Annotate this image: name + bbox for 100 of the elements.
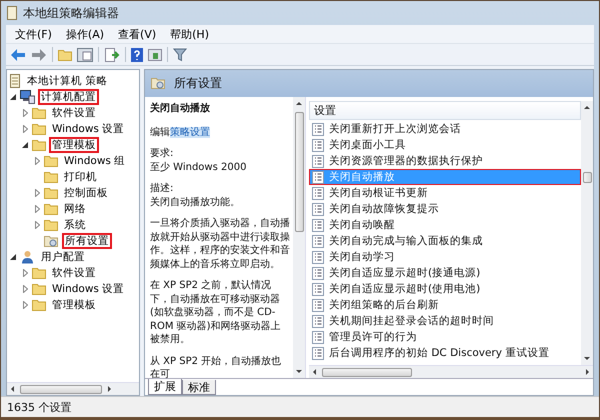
folder-icon: [32, 107, 46, 119]
vertical-scrollbar[interactable]: [293, 97, 305, 378]
setting-row[interactable]: 关闭重新打开上次浏览会话: [309, 121, 581, 137]
pane-title: 所有设置: [174, 75, 222, 92]
scroll-right-arrow-icon[interactable]: [105, 385, 113, 393]
tree-item[interactable]: Windows 设置: [49, 281, 128, 297]
scroll-right-arrow-icon[interactable]: [583, 368, 591, 376]
policy-document-icon: [312, 314, 324, 328]
setting-row[interactable]: 后台调用程序的初始 DC Discovery 重试设置: [309, 345, 581, 361]
folder-icon: [44, 203, 58, 215]
filter-icon[interactable]: [173, 48, 187, 62]
scroll-up-arrow-icon[interactable]: [583, 104, 591, 112]
menu-item[interactable]: 文件(F): [8, 26, 59, 42]
folder-icon: [44, 171, 58, 183]
tree-item[interactable]: 网络: [61, 201, 89, 217]
export-list-icon[interactable]: [104, 48, 120, 62]
vertical-scrollbar[interactable]: [581, 101, 593, 365]
edit-text: 编辑策略设置: [150, 126, 211, 139]
expanded-arrow-icon[interactable]: [22, 142, 28, 148]
setting-row[interactable]: 关闭自动故障恢复提示: [309, 201, 581, 217]
scroll-left-arrow-icon[interactable]: [311, 368, 319, 376]
tree-item[interactable]: 软件设置: [49, 105, 99, 121]
folder-icon: [32, 123, 46, 135]
scroll-left-arrow-icon[interactable]: [9, 385, 17, 393]
setting-row[interactable]: 关闭资源管理器的数据执行保护: [309, 153, 581, 169]
column-header[interactable]: 设置: [309, 101, 581, 120]
collapsed-arrow-icon[interactable]: [34, 157, 40, 165]
collapsed-arrow-icon[interactable]: [22, 301, 28, 309]
collapsed-arrow-icon[interactable]: [34, 189, 40, 197]
tree-item[interactable]: 计算机配置: [38, 89, 99, 105]
collapsed-arrow-icon[interactable]: [22, 125, 28, 133]
description-paragraph: 在 XP SP2 之前，默认情况下，自动播放在可移动驱动器(如软盘驱动器，而不是 CD-ROM 驱动器)和网络驱动器上被禁用。: [150, 279, 282, 346]
settings-folder-icon: [44, 234, 59, 248]
description-paragraph: 描述: 关闭自动播放功能。: [150, 182, 241, 209]
setting-row[interactable]: 关闭自动唤醒: [309, 217, 581, 233]
folder-up-icon[interactable]: [58, 48, 72, 60]
tree-item[interactable]: Windows 组: [61, 153, 128, 169]
view-tab[interactable]: 标准: [182, 380, 216, 395]
tree-item[interactable]: 控制面板: [61, 185, 111, 201]
collapsed-arrow-icon[interactable]: [34, 205, 40, 213]
policy-settings-link[interactable]: 策略设置: [170, 126, 210, 138]
forward-arrow-icon[interactable]: [31, 48, 47, 62]
setting-row[interactable]: 关闭自适应显示超时(使用电池): [309, 281, 581, 297]
collapsed-arrow-icon[interactable]: [22, 109, 28, 117]
setting-row[interactable]: 关闭桌面小工具: [309, 137, 581, 153]
setting-row[interactable]: 关机期间挂起登录会话的超时时间: [309, 313, 581, 329]
pane-toggle-icon[interactable]: [77, 48, 93, 62]
policy-document-icon: [312, 250, 324, 264]
scrollbar-thumb[interactable]: [20, 384, 102, 394]
window-title: 本地组策略编辑器: [23, 4, 119, 22]
help-icon[interactable]: [131, 48, 143, 62]
collapsed-arrow-icon[interactable]: [22, 285, 28, 293]
setting-row[interactable]: 管理员许可的行为: [309, 329, 581, 345]
horizontal-scrollbar[interactable]: [309, 365, 593, 378]
collapsed-arrow-icon[interactable]: [22, 269, 28, 277]
policy-document-icon: [312, 154, 324, 168]
scrollbar-thumb[interactable]: [322, 368, 412, 376]
back-arrow-icon[interactable]: [10, 48, 26, 62]
window-view-icon[interactable]: [148, 48, 162, 60]
tree-item[interactable]: Windows 设置: [49, 121, 128, 137]
status-text: 1635 个设置: [7, 400, 72, 414]
tree-item[interactable]: 系统: [61, 217, 89, 233]
setting-row[interactable]: 关闭组策略的后台刷新: [309, 297, 581, 313]
view-tab[interactable]: 扩展: [148, 379, 182, 395]
tree-item[interactable]: 所有设置: [62, 233, 112, 249]
tree-item[interactable]: 管理模板: [49, 137, 99, 153]
policy-document-icon: [312, 186, 324, 200]
expanded-arrow-icon[interactable]: [10, 254, 16, 260]
setting-title: 关闭自动播放: [150, 102, 211, 116]
tree-item[interactable]: 管理模板: [49, 297, 99, 313]
policy-document-icon: [312, 122, 324, 136]
setting-row[interactable]: 关闭自动根证书更新: [309, 185, 581, 201]
tree-item[interactable]: 用户配置: [38, 249, 88, 265]
setting-row[interactable]: 关闭自适应显示超时(接通电源): [309, 265, 581, 281]
menu-item[interactable]: 帮助(H): [163, 26, 216, 42]
collapsed-arrow-icon[interactable]: [34, 221, 40, 229]
description-paragraph: 一旦将介质插入驱动器，自动播放就开始从驱动器中进行读取操作。这样，程序的安装文件和音频媒体上的音乐将立即启动。: [150, 217, 290, 271]
expanded-arrow-icon[interactable]: [10, 94, 16, 100]
scrollbar-thumb[interactable]: [582, 172, 592, 183]
folder-icon: [44, 219, 58, 231]
policy-document-icon: [312, 218, 324, 232]
folder-icon: [32, 267, 46, 279]
tree-item[interactable]: 本地计算机 策略: [24, 73, 110, 89]
setting-row[interactable]: 关闭自动学习: [309, 249, 581, 265]
scroll-up-arrow-icon[interactable]: [295, 100, 303, 108]
scrollbar-thumb[interactable]: [294, 112, 304, 232]
scroll-down-arrow-icon[interactable]: [583, 354, 591, 362]
scroll-down-arrow-icon[interactable]: [295, 367, 303, 375]
menu-item[interactable]: 查看(V): [111, 26, 164, 42]
app-icon: [6, 6, 18, 20]
folder-icon: [32, 139, 46, 151]
setting-row[interactable]: 关闭自动完成与输入面板的集成: [309, 233, 581, 249]
policy-document-icon: [312, 266, 324, 280]
policy-document-icon: [312, 330, 324, 344]
horizontal-scrollbar[interactable]: [7, 382, 139, 395]
policy-document-icon: [312, 234, 324, 248]
description-paragraph: 要求: 至少 Windows 2000: [150, 147, 248, 174]
menu-item[interactable]: 操作(A): [58, 26, 112, 42]
tree-item[interactable]: 软件设置: [49, 265, 99, 281]
tree-item[interactable]: 打印机: [61, 169, 100, 185]
